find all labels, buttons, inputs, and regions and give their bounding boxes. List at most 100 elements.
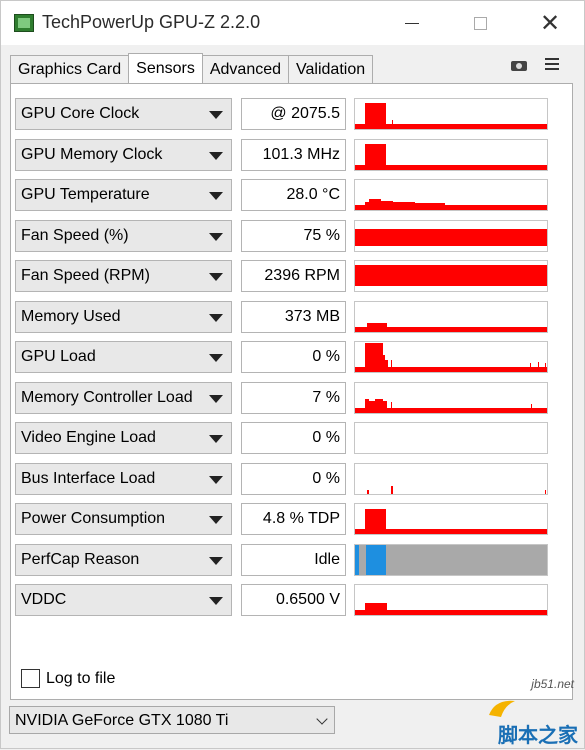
sensor-select-memory-used[interactable]: Memory Used [15,301,232,333]
toolbar [511,56,559,71]
sensor-graph-svg [355,343,547,372]
sensor-value: 4.8 % TDP [262,510,340,527]
sensor-graph-gpu-load[interactable] [354,341,548,373]
graph-fill [355,229,547,246]
sensor-graph-svg [355,265,547,286]
sensor-graph-svg [355,199,547,210]
graph-area [355,144,547,170]
graph-area [355,103,547,129]
sensor-graph-vddc[interactable] [354,584,548,616]
sensor-value-box: 373 MB [241,301,346,333]
sensor-value-box: 0 % [241,422,346,454]
sensor-select-bus-interface-load[interactable]: Bus Interface Load [15,463,232,495]
chevron-down-icon [316,713,328,725]
sensor-value: 2396 RPM [264,267,340,284]
dropdown-arrow-icon [209,435,223,443]
sensor-value-box: 7 % [241,382,346,414]
sensor-graph-perfcap-reason[interactable] [354,544,548,576]
sensor-select-memory-controller-load[interactable]: Memory Controller Load [15,382,232,414]
sensor-label: Power Consumption [21,510,166,527]
sensor-graph-svg [355,545,547,575]
log-to-file-checkbox[interactable] [21,669,40,688]
sensor-label: Video Engine Load [21,429,156,446]
sensor-value: Idle [314,551,340,568]
tab-graphics-card[interactable]: Graphics Card [10,55,130,83]
sensor-label: Fan Speed (RPM) [21,267,150,284]
sensor-select-fan-speed-percent[interactable]: Fan Speed (%) [15,220,232,252]
sensor-graph-gpu-temperature[interactable] [354,179,548,211]
sensor-graph-power-consumption[interactable] [354,503,548,535]
watermark-name: 脚本之家 [498,725,578,747]
sensor-graph-bus-interface-load[interactable] [354,463,548,495]
sensor-select-vddc[interactable]: VDDC [15,584,232,616]
minimize-button[interactable] [389,7,435,39]
sensor-graph-svg [355,323,547,332]
dropdown-arrow-icon [209,111,223,119]
sensor-value: @ 2075.5 [270,105,340,122]
dropdown-arrow-icon [209,152,223,160]
close-button[interactable]: ✕ [527,7,573,39]
dropdown-arrow-icon [209,516,223,524]
window-title: TechPowerUp GPU-Z 2.2.0 [42,12,261,32]
sensor-graph-svg [355,423,547,453]
watermark-logo [489,700,515,717]
perfcap-util-band [355,545,359,575]
sensor-graph-video-engine-load[interactable] [354,422,548,454]
sensor-graph-memory-used[interactable] [354,301,548,333]
sensor-graph-gpu-core-clock[interactable] [354,98,548,130]
sensor-select-power-consumption[interactable]: Power Consumption [15,503,232,535]
sensor-label: Memory Controller Load [21,389,193,406]
dropdown-arrow-icon [209,233,223,241]
sensor-value: 75 % [303,227,340,244]
dropdown-arrow-icon [209,314,223,322]
sensor-select-gpu-core-clock[interactable]: GPU Core Clock [15,98,232,130]
graph-area [355,603,547,615]
gpu-select[interactable]: NVIDIA GeForce GTX 1080 Ti [9,706,335,734]
title-bar: TechPowerUp GPU-Z 2.2.0 ✕ [1,1,584,45]
tab-validation[interactable]: Validation [288,55,374,83]
minimize-icon [405,22,419,24]
sensor-label: Memory Used [21,308,121,325]
dropdown-arrow-icon [209,354,223,362]
sensor-graph-svg [355,509,547,534]
sensor-label: GPU Memory Clock [21,146,163,163]
sensor-select-perfcap-reason[interactable]: PerfCap Reason [15,544,232,576]
tab-advanced[interactable]: Advanced [201,55,290,83]
graph-area [355,399,547,413]
sensor-value: 0 % [312,348,340,365]
sensor-select-gpu-memory-clock[interactable]: GPU Memory Clock [15,139,232,171]
sensor-select-video-engine-load[interactable]: Video Engine Load [15,422,232,454]
sensor-graph-gpu-memory-clock[interactable] [354,139,548,171]
sensor-value-box: 0 % [241,463,346,495]
sensor-graph-memory-controller-load[interactable] [354,382,548,414]
sensor-label: Fan Speed (%) [21,227,129,244]
graph-fill [355,265,547,286]
dropdown-arrow-icon [209,557,223,565]
sensor-graph-fan-speed-rpm[interactable] [354,260,548,292]
sensor-value-box: 0.6500 V [241,584,346,616]
sensor-label: VDDC [21,591,67,608]
camera-icon[interactable] [511,59,527,71]
log-to-file[interactable]: Log to file [21,669,115,688]
sensor-value: 373 MB [284,308,340,325]
sensor-graph-svg [355,144,547,170]
sensor-value-box: 0 % [241,341,346,373]
sensor-select-gpu-load[interactable]: GPU Load [15,341,232,373]
gpu-card-icon [14,14,34,32]
log-to-file-label: Log to file [46,669,116,687]
sensor-value: 28.0 °C [286,186,340,203]
sensor-value: 0 % [312,470,340,487]
graph-area [355,509,547,534]
perfcap-util-band [366,545,386,575]
sensor-select-fan-speed-rpm[interactable]: Fan Speed (RPM) [15,260,232,292]
sensor-graph-svg [355,486,547,494]
sensor-select-gpu-temperature[interactable]: GPU Temperature [15,179,232,211]
dropdown-arrow-icon [209,597,223,605]
sensor-graph-fan-speed-percent[interactable] [354,220,548,252]
maximize-button[interactable] [457,7,503,39]
sensor-value-box: 2396 RPM [241,260,346,292]
sensor-value: 0 % [312,429,340,446]
menu-icon[interactable] [545,58,559,70]
maximize-icon [473,16,487,30]
tab-sensors[interactable]: Sensors [128,53,203,83]
